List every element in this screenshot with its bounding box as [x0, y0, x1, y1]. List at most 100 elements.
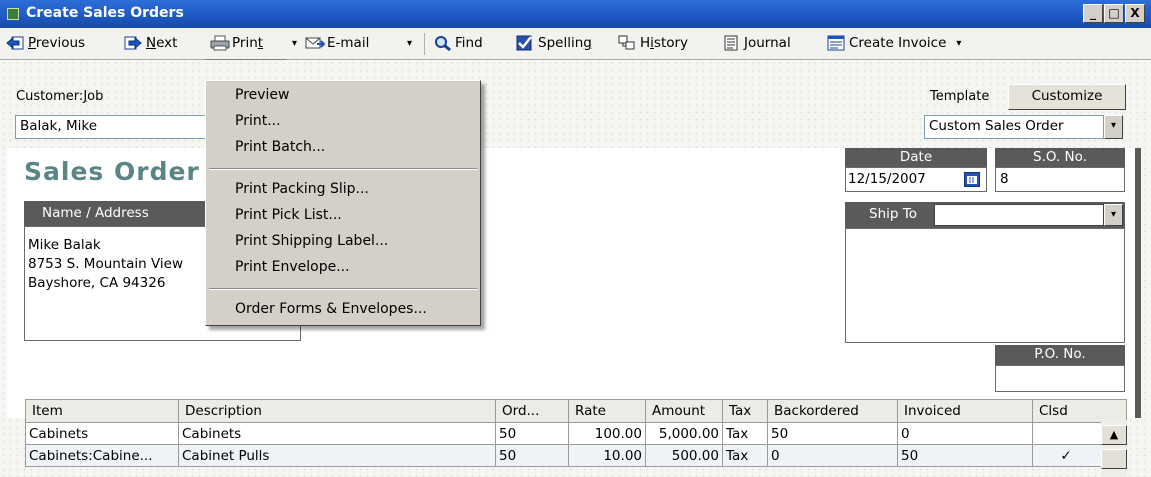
cell-ordered[interactable]: 50	[495, 422, 569, 445]
email-button[interactable]: E-mail	[305, 28, 369, 58]
column-header[interactable]: Description	[178, 399, 496, 423]
table-row[interactable]: Cabinets Cabinets 50 100.00 5,000.00 Tax…	[25, 422, 1127, 445]
column-header[interactable]: Ord...	[495, 399, 569, 423]
template-dropdown-button[interactable]: ▾	[1104, 115, 1123, 139]
table-scrollbar[interactable]: ▲	[1101, 420, 1127, 477]
next-arrow-icon	[124, 35, 142, 51]
minimize-button[interactable]: _	[1083, 4, 1103, 23]
template-select[interactable]: Custom Sales Order	[924, 115, 1104, 139]
ship-to-dropdown-button[interactable]: ▾	[1104, 204, 1123, 226]
ship-to-box[interactable]	[845, 228, 1125, 343]
next-label: Next	[146, 35, 178, 51]
email-icon	[305, 35, 326, 51]
spelling-check-icon	[516, 35, 534, 51]
address-line: Mike Balak	[28, 237, 101, 253]
find-label: Find	[455, 35, 483, 51]
journal-icon	[722, 35, 740, 51]
paper-edge-shadow	[1135, 148, 1141, 418]
window-controls: _ □ X	[1083, 4, 1145, 23]
template-label: Template	[930, 89, 990, 104]
next-button[interactable]: Next	[124, 28, 177, 58]
scroll-up-button[interactable]: ▲	[1101, 425, 1127, 445]
line-items-table: Item Description Ord... Rate Amount Tax …	[25, 399, 1127, 467]
check-mark-icon: ✓	[1060, 447, 1072, 464]
calendar-icon[interactable]	[964, 172, 980, 187]
address-text: Mike Balak 8753 S. Mountain View Bayshor…	[28, 236, 183, 293]
column-header[interactable]: Tax	[722, 399, 768, 423]
menu-item-print-packing-slip[interactable]: Print Packing Slip...	[235, 181, 369, 197]
cell-amount[interactable]: 500.00	[645, 444, 723, 467]
address-line: 8753 S. Mountain View	[28, 256, 184, 272]
cell-backordered[interactable]: 0	[767, 444, 898, 467]
cell-description[interactable]: Cabinets	[178, 422, 496, 445]
print-dropdown-menu: Preview Print... Print Batch... Print Pa…	[205, 80, 481, 326]
menu-item-print[interactable]: Print...	[235, 113, 281, 129]
po-no-field[interactable]	[995, 365, 1125, 392]
print-button[interactable]: Print	[210, 28, 263, 58]
chevron-down-icon: ▾	[1110, 209, 1117, 220]
column-header[interactable]: Item	[25, 399, 179, 423]
email-dropdown-arrow[interactable]: ▾	[407, 28, 412, 58]
history-label: History	[640, 35, 689, 51]
journal-label: Journal	[744, 35, 791, 51]
menu-item-print-pick-list[interactable]: Print Pick List...	[235, 207, 342, 223]
previous-button[interactable]: Previous	[6, 28, 85, 58]
column-header[interactable]: Backordered	[767, 399, 898, 423]
cell-tax[interactable]: Tax	[722, 422, 768, 445]
customize-button[interactable]: Customize	[1008, 84, 1126, 110]
table-row[interactable]: Cabinets:Cabine... Cabinet Pulls 50 10.0…	[25, 444, 1127, 467]
journal-button[interactable]: Journal	[722, 28, 791, 58]
cell-ordered[interactable]: 50	[495, 444, 569, 467]
menu-item-preview[interactable]: Preview	[235, 87, 290, 103]
date-value: 12/15/2007	[848, 171, 926, 187]
cell-rate[interactable]: 10.00	[568, 444, 646, 467]
print-label: Print	[232, 35, 264, 51]
cell-item[interactable]: Cabinets:Cabine...	[25, 444, 179, 467]
find-button[interactable]: Find	[433, 28, 483, 58]
cell-invoiced[interactable]: 0	[897, 422, 1033, 445]
menu-item-print-batch[interactable]: Print Batch...	[235, 139, 325, 155]
restore-button[interactable]: □	[1104, 4, 1124, 23]
address-line: Bayshore, CA 94326	[28, 275, 166, 291]
spelling-button[interactable]: Spelling	[516, 28, 592, 58]
menu-item-order-forms-envelopes[interactable]: Order Forms & Envelopes...	[235, 301, 427, 317]
history-icon	[618, 35, 636, 51]
email-label: E-mail	[327, 35, 370, 51]
customer-job-field[interactable]: Balak, Mike	[15, 115, 215, 139]
previous-arrow-icon	[6, 35, 24, 51]
column-header[interactable]: Amount	[645, 399, 723, 423]
invoice-icon	[827, 35, 845, 51]
po-no-header: P.O. No.	[995, 345, 1125, 365]
create-invoice-label: Create Invoice	[849, 35, 947, 51]
document-title: Sales Order	[24, 157, 200, 186]
chevron-down-icon[interactable]: ▾	[956, 38, 961, 49]
menu-item-print-shipping-label[interactable]: Print Shipping Label...	[235, 233, 388, 249]
cell-tax[interactable]: Tax	[722, 444, 768, 467]
menu-separator	[209, 288, 477, 290]
cell-rate[interactable]: 100.00	[568, 422, 646, 445]
history-button[interactable]: History	[618, 28, 688, 58]
close-button[interactable]: X	[1125, 4, 1145, 23]
printer-icon	[210, 35, 230, 51]
so-no-field[interactable]: 8	[995, 167, 1125, 192]
customer-job-label: Customer:Job	[16, 89, 104, 104]
chevron-down-icon: ▾	[292, 37, 298, 49]
column-header[interactable]: Rate	[568, 399, 646, 423]
create-invoice-button[interactable]: Create Invoice ▾	[827, 28, 961, 58]
menu-item-print-envelope[interactable]: Print Envelope...	[235, 259, 350, 275]
cell-description[interactable]: Cabinet Pulls	[178, 444, 496, 467]
toolbar-separator	[424, 33, 425, 55]
column-header[interactable]: Invoiced	[897, 399, 1033, 423]
print-dropdown-arrow[interactable]: ▾	[292, 28, 297, 58]
cell-invoiced[interactable]: 50	[897, 444, 1033, 467]
ship-to-select[interactable]	[934, 204, 1104, 226]
app-icon	[7, 8, 19, 20]
scroll-thumb[interactable]	[1101, 449, 1127, 469]
cell-backordered[interactable]: 50	[767, 422, 898, 445]
cell-item[interactable]: Cabinets	[25, 422, 179, 445]
chevron-down-icon: ▾	[1110, 120, 1117, 131]
find-magnifier-icon	[433, 35, 451, 52]
cell-amount[interactable]: 5,000.00	[645, 422, 723, 445]
chevron-down-icon: ▾	[407, 37, 413, 49]
title-bar: Create Sales Orders _ □ X	[0, 0, 1151, 28]
